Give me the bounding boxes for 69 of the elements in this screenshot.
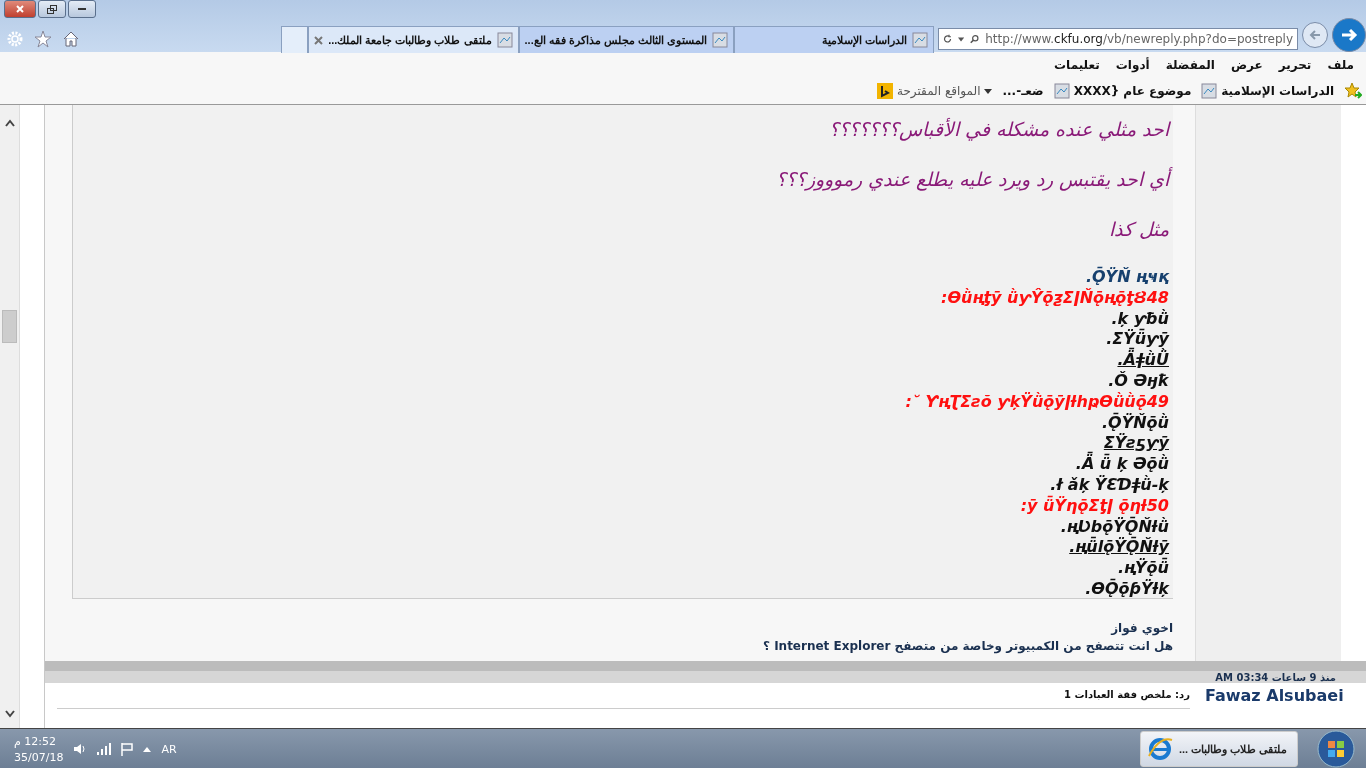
menu-item[interactable]: عرض	[1230, 58, 1263, 72]
volume-icon[interactable]	[73, 742, 88, 756]
menu-item[interactable]: تعليمات	[1054, 58, 1100, 72]
garbled-text: .ңǖlǭŸǬŇƚȳ	[1069, 537, 1169, 557]
back-button[interactable]	[1302, 22, 1328, 48]
quote-text: مثل كذا	[1108, 217, 1169, 241]
favorite-link[interactable]: موضوع عام {XXXX	[1053, 83, 1192, 99]
garbled-text: .ƟǬǭƥŸƚķ	[1085, 578, 1169, 600]
restore-icon	[47, 4, 57, 14]
menu-item[interactable]: تحرير	[1278, 58, 1312, 72]
post-title: رد: ملخص فقة العبادات 1	[57, 689, 1190, 709]
site-favicon	[712, 32, 728, 48]
browser-logo-icon	[1147, 736, 1173, 762]
star-icon[interactable]	[34, 30, 52, 48]
add-favorite-icon[interactable]	[1344, 82, 1362, 100]
site-favicon	[496, 32, 513, 48]
browser-tab[interactable]: المستوى الثالث مجلس مذاكرة فقه الع...	[518, 26, 734, 53]
scroll-up-icon[interactable]	[4, 119, 15, 127]
site-favicon	[912, 32, 928, 48]
start-button[interactable]	[1316, 729, 1356, 768]
taskbar-button[interactable]: ملتقى طلاب وطالبات ...	[1140, 731, 1298, 767]
garbled-text: .ł ǎķ ŸƐƊǂǜ-ķ	[1050, 474, 1169, 495]
close-icon	[16, 5, 24, 13]
signal-icon[interactable]	[97, 743, 112, 755]
address-field[interactable]: http://www.ckfu.org/vb/newreply.php?do=postreply	[938, 28, 1298, 50]
close-button[interactable]	[4, 0, 36, 18]
refresh-icon[interactable]	[943, 33, 953, 45]
menu-item[interactable]: أدوات	[1115, 58, 1150, 72]
dropdown-caret-icon[interactable]	[984, 88, 993, 94]
clock-date: 35/07/18	[14, 750, 64, 764]
garbled-text: .ǬŸŇǭǜ	[1101, 412, 1169, 433]
garbled-text: :˘ ƳңƮƩƨŏ ƴķŸǜǭȳǀƚhҏƟǜǜǭ49	[905, 391, 1169, 412]
arrow-left-icon	[1308, 28, 1322, 42]
scrollbar-thumb[interactable]	[2, 310, 17, 343]
garbled-text: :Ɵǜңƫȳ ǜƴŶǭƺƩǀŇǭңǭƫȢ48	[941, 287, 1169, 309]
quote-text: احد مثلي عنده مشكله في الأقباس؟؟؟؟؟؟؟	[828, 117, 1169, 141]
site-favicon	[1201, 83, 1218, 99]
browser-tab[interactable]: ملتقى طلاب وطالبات جامعة الملك...	[308, 26, 519, 53]
scrollbar[interactable]	[0, 105, 20, 728]
post-text: اخوي فواز	[1109, 620, 1173, 637]
close-icon[interactable]	[314, 35, 324, 45]
favorite-link[interactable]: المواقع المقترحة	[877, 83, 993, 99]
garbled-text: .ǬŸŇ ңҹқ	[1085, 267, 1169, 288]
arrow-right-icon	[1340, 26, 1358, 44]
home-icon[interactable]	[62, 30, 80, 48]
restore-button[interactable]	[38, 0, 66, 18]
menu-item[interactable]: المفضلة	[1165, 58, 1215, 72]
scroll-down-icon[interactable]	[4, 710, 15, 718]
site-favicon	[1053, 83, 1070, 99]
post-date: منذ 9 ساعات 03:34 AM	[1215, 672, 1336, 683]
garbled-text: .Ǒ Əӈҟ	[1108, 371, 1169, 392]
minimize-icon	[78, 8, 86, 10]
browser-tab[interactable]: الدراسات الإسلامية	[734, 26, 934, 53]
minimize-button[interactable]	[68, 0, 96, 18]
garbled-text: .ңƲbǭŸǬŇƚǜ	[1060, 516, 1169, 536]
search-icon[interactable]	[970, 33, 980, 45]
garbled-text: :ȳ ǖŸƞǭƩƫǀ ǭƞƚ50	[1020, 495, 1169, 516]
forward-button[interactable]	[1332, 18, 1366, 52]
menu-item[interactable]: ملف	[1327, 58, 1354, 72]
dropdown-caret-icon[interactable]	[958, 36, 965, 42]
garbled-text: ƩŸƨƽƴȳ	[1103, 433, 1169, 453]
flag-icon[interactable]	[121, 742, 134, 756]
favorite-link[interactable]: ضعـ-...	[1002, 84, 1044, 98]
clock-time: 12:52 م	[14, 734, 56, 748]
caret-icon[interactable]	[143, 746, 152, 752]
favorite-link[interactable]: الدراسات الإسلامية	[1201, 83, 1334, 99]
garbled-text: .ķ ƴƀǜ	[1111, 308, 1169, 329]
b-logo-icon	[877, 83, 893, 99]
garbled-text: .ңŸǭǖ	[1117, 558, 1169, 578]
